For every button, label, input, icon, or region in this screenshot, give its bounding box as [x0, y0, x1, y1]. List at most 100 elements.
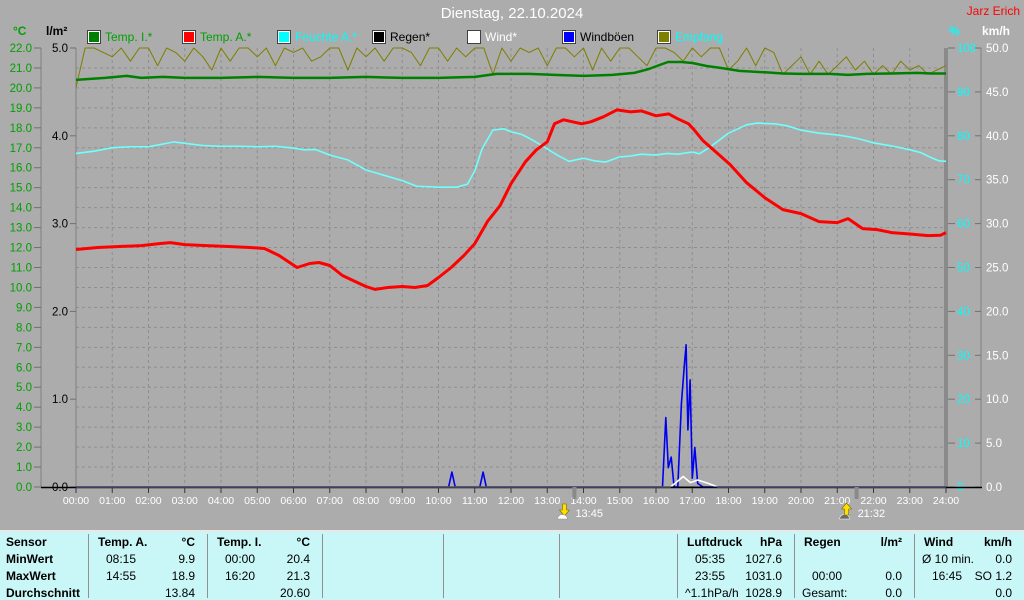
- temp_c-tick-label: 11.0: [10, 263, 32, 275]
- table-cell: Sensor: [6, 535, 47, 549]
- temp_c-tick-label: 9.0: [16, 302, 32, 314]
- rain_lm2-tick-label: 3.0: [52, 219, 68, 231]
- time-tick-label: 05:00: [244, 495, 270, 507]
- wind_kmh-tick-label: 10.0: [986, 394, 1008, 406]
- temp_c-tick-label: 3.0: [16, 422, 32, 434]
- table-cell: MaxWert: [6, 569, 56, 583]
- time-tick-label: 07:00: [317, 495, 343, 507]
- table-cell: °C: [181, 535, 195, 549]
- table-cell: 13.84: [164, 586, 195, 600]
- weather-chart-screen: Dienstag, 22.10.2024 Jarz Erich °C l/m² …: [0, 0, 1024, 600]
- table-column-divider: [559, 534, 560, 598]
- wind_kmh-tick-label: 40.0: [986, 131, 1008, 143]
- table-cell: SO 1.2: [974, 569, 1012, 583]
- time-tick-label: 10:00: [425, 495, 451, 507]
- marker-time-label: 21:32: [858, 508, 886, 520]
- wind_kmh-tick-label: 0.0: [986, 482, 1002, 494]
- temp_c-tick-label: 13.0: [10, 223, 32, 235]
- table-cell: 1028.9: [745, 586, 782, 600]
- rain_lm2-tick-label: 2.0: [52, 306, 68, 318]
- time-tick-label: 09:00: [389, 495, 415, 507]
- wind_kmh-tick-label: 5.0: [986, 438, 1002, 450]
- humidity_pct-tick-label: 40: [957, 306, 970, 318]
- temp_c-tick-label: 1.0: [16, 462, 32, 474]
- plot-right-frame: [944, 48, 948, 487]
- table-cell: 0.0: [885, 586, 902, 600]
- wind_kmh-tick-label: 45.0: [986, 87, 1008, 99]
- temp_c-tick-label: 8.0: [16, 322, 32, 334]
- sun-down-arrow-icon: [558, 503, 571, 517]
- time-tick-label: 16:00: [643, 495, 669, 507]
- humidity_pct-tick-label: 10: [957, 438, 970, 450]
- temp_c-tick-label: 18.0: [10, 123, 32, 135]
- temp_c-tick-label: 21.0: [10, 63, 32, 75]
- marker-time-label: 13:45: [575, 508, 603, 520]
- time-tick-label: 11:00: [462, 495, 488, 507]
- time-tick-label: 06:00: [280, 495, 306, 507]
- time-tick-label: 17:00: [679, 495, 705, 507]
- temp_c-tick-label: 14.0: [10, 203, 32, 215]
- wind_kmh-tick-label: 25.0: [986, 263, 1008, 275]
- table-cell: 21.3: [286, 569, 310, 583]
- table-cell: hPa: [759, 535, 782, 549]
- table-cell: °C: [296, 535, 310, 549]
- humidity_pct-tick-label: 90: [957, 87, 970, 99]
- time-tick-label: 01:00: [99, 495, 125, 507]
- humidity_pct-tick-label: 60: [957, 219, 970, 231]
- table-cell: 1031.0: [745, 569, 782, 583]
- wind_kmh-tick-label: 20.0: [986, 306, 1008, 318]
- table-cell: 20.4: [286, 552, 310, 566]
- table-cell: 0.0: [885, 569, 902, 583]
- humidity_pct-tick-label: 80: [957, 131, 970, 143]
- time-tick-label: 24:00: [933, 495, 959, 507]
- time-tick-label: 20:00: [788, 495, 814, 507]
- temp_c-tick-label: 10.0: [10, 282, 32, 294]
- rain_lm2-tick-label: 5.0: [52, 43, 68, 55]
- temp_c-tick-label: 5.0: [16, 382, 32, 394]
- table-cell: km/h: [983, 535, 1012, 549]
- temp_c-tick-label: 2.0: [16, 442, 32, 454]
- time-tick-label: 18:00: [715, 495, 741, 507]
- humidity_pct-tick-label: 50: [957, 263, 970, 275]
- table-cell: Durchschnitt: [6, 586, 81, 600]
- temp_c-tick-label: 0.0: [16, 482, 32, 494]
- humidity_pct-tick-label: 100: [957, 43, 976, 55]
- time-tick-label: 04:00: [208, 495, 234, 507]
- table-cell: 20.60: [279, 586, 310, 600]
- table-cell: l/m²: [880, 535, 902, 549]
- temp_c-tick-label: 12.0: [10, 243, 32, 255]
- table-cell: MinWert: [6, 552, 54, 566]
- wind_kmh-tick-label: 30.0: [986, 219, 1008, 231]
- table-cell: 9.9: [178, 552, 195, 566]
- rain_lm2-tick-label: 1.0: [52, 394, 68, 406]
- table-cell: 0.0: [995, 586, 1012, 600]
- wind_kmh-tick-label: 50.0: [986, 43, 1008, 55]
- humidity_pct-tick-label: 30: [957, 350, 970, 362]
- wind_kmh-tick-label: 35.0: [986, 175, 1008, 187]
- sun-half-disc-icon: [557, 514, 568, 520]
- rain_lm2-tick-label: 4.0: [52, 131, 68, 143]
- temp_c-tick-label: 22.0: [10, 43, 32, 55]
- marker-tick: [572, 487, 577, 499]
- temp_c-tick-label: 19.0: [10, 103, 32, 115]
- time-tick-label: 23:00: [897, 495, 923, 507]
- time-tick-label: 15:00: [607, 495, 633, 507]
- temp_c-tick-label: 16.0: [10, 163, 32, 175]
- wind_kmh-tick-label: 15.0: [986, 350, 1008, 362]
- temp_c-tick-label: 15.0: [10, 183, 32, 195]
- temp_c-tick-label: 4.0: [16, 402, 32, 414]
- time-tick-label: 03:00: [172, 495, 198, 507]
- time-tick-label: 13:00: [534, 495, 560, 507]
- humidity_pct-tick-label: 70: [957, 175, 970, 187]
- humidity_pct-tick-label: 20: [957, 394, 970, 406]
- weather-chart: 22.0 21.0 20.0 19.0 18.0 17.0 16.0 15.0 14.0 13.0…: [10, 43, 1009, 520]
- table-cell: 0.0: [995, 552, 1012, 566]
- temp_c-tick-label: 20.0: [10, 83, 32, 95]
- temp_c-tick-label: 6.0: [16, 362, 32, 374]
- time-tick-label: 22:00: [860, 495, 886, 507]
- time-tick-label: 08:00: [353, 495, 379, 507]
- time-tick-label: 19:00: [752, 495, 778, 507]
- summary-table: Sensor MinWert MaxWert Durchschnitt Temp. A.…: [0, 530, 1024, 600]
- table-cell: 1027.6: [745, 552, 782, 566]
- temp_c-tick-label: 7.0: [16, 342, 32, 354]
